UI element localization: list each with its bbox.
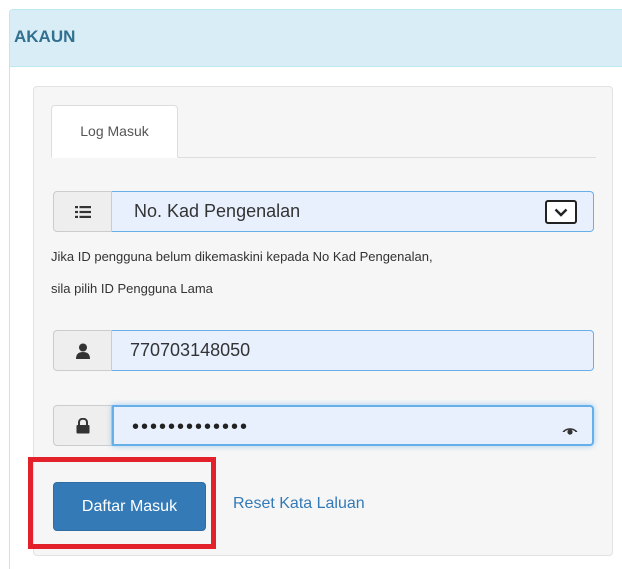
reset-password-link[interactable]: Reset Kata Laluan bbox=[233, 495, 365, 513]
user-icon bbox=[53, 330, 112, 371]
id-type-group: No. Kad Pengenalan bbox=[53, 191, 594, 232]
id-type-selected: No. Kad Pengenalan bbox=[134, 201, 301, 221]
username-input[interactable]: 770703148050 bbox=[112, 330, 594, 371]
password-group: ••••••••••••• bbox=[53, 405, 594, 446]
id-type-select[interactable]: No. Kad Pengenalan bbox=[112, 191, 594, 232]
help-text-line1: Jika ID pengguna belum dikemaskini kepad… bbox=[51, 249, 433, 264]
username-group: 770703148050 bbox=[53, 330, 594, 371]
account-panel: AKAUN Log Masuk No. Kad Pengenalan Jika … bbox=[9, 9, 622, 569]
lock-icon bbox=[53, 405, 112, 446]
tab-log-masuk[interactable]: Log Masuk bbox=[51, 105, 178, 158]
eye-icon[interactable] bbox=[562, 420, 578, 441]
login-button[interactable]: Daftar Masuk bbox=[53, 482, 206, 531]
chevron-down-icon[interactable] bbox=[545, 200, 577, 224]
password-masked: ••••••••••••• bbox=[132, 415, 250, 438]
username-value: 770703148050 bbox=[130, 340, 251, 360]
panel-title: AKAUN bbox=[14, 27, 76, 46]
password-input[interactable]: ••••••••••••• bbox=[112, 405, 594, 446]
login-card: Log Masuk No. Kad Pengenalan Jika ID pen… bbox=[33, 86, 613, 556]
list-icon bbox=[53, 191, 112, 232]
panel-heading: AKAUN bbox=[10, 10, 622, 67]
help-text-line2: sila pilih ID Pengguna Lama bbox=[51, 281, 213, 296]
